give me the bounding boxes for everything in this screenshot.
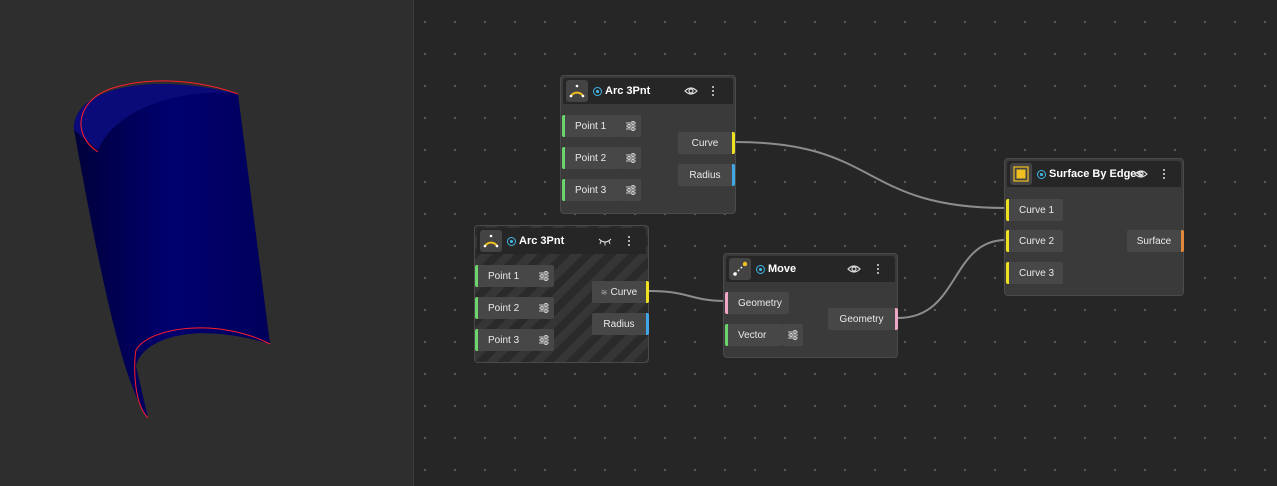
node-title: Arc 3Pnt	[605, 85, 651, 97]
input-port-point-1[interactable]: Point 1	[475, 265, 536, 287]
status-icon	[1037, 170, 1046, 179]
slider-icon[interactable]	[621, 179, 641, 201]
status-icon	[507, 237, 516, 246]
status-icon	[593, 87, 602, 96]
input-port-curve-3[interactable]: Curve 3	[1006, 262, 1063, 284]
surface-by-edges-node[interactable]: Surface By Edges Curve 1 Curve 2 Curve 3…	[1004, 158, 1184, 296]
more-options-icon[interactable]	[1160, 166, 1168, 182]
input-port-point-2[interactable]: Point 2	[562, 147, 622, 169]
node-header[interactable]: Move	[726, 256, 895, 282]
node-header[interactable]: Arc 3Pnt	[477, 228, 646, 254]
node-header[interactable]: Arc 3Pnt	[563, 78, 733, 104]
eye-icon[interactable]	[1134, 167, 1148, 181]
input-port-point-3[interactable]: Point 3	[562, 179, 622, 201]
input-port-vector[interactable]: Vector	[725, 324, 783, 346]
3d-viewport[interactable]	[0, 0, 413, 486]
input-port-curve-1[interactable]: Curve 1	[1006, 199, 1063, 221]
input-port-curve-2[interactable]: Curve 2	[1006, 230, 1063, 252]
more-options-icon[interactable]	[874, 261, 882, 277]
slider-icon[interactable]	[534, 297, 554, 319]
input-port-point-3[interactable]: Point 3	[475, 329, 536, 351]
input-port-geometry[interactable]: Geometry	[725, 292, 789, 314]
slider-icon[interactable]	[534, 329, 554, 351]
slider-icon[interactable]	[621, 147, 641, 169]
output-port-surface[interactable]: Surface	[1127, 230, 1184, 252]
slider-icon[interactable]	[621, 115, 641, 137]
node-title: Arc 3Pnt	[519, 235, 565, 247]
move-icon	[729, 258, 751, 280]
move-node[interactable]: Move Geometry Vector Geometry	[723, 253, 898, 358]
eye-icon[interactable]	[684, 84, 698, 98]
arc-icon	[480, 230, 502, 252]
arc-3pnt-node-frozen[interactable]: Arc 3Pnt Point 1 Point 2 Point 3 ≋ Curve…	[474, 225, 649, 363]
node-title: Surface By Edges	[1049, 168, 1143, 180]
slider-icon[interactable]	[783, 324, 803, 346]
eye-icon[interactable]	[847, 262, 861, 276]
input-port-point-1[interactable]: Point 1	[562, 115, 622, 137]
output-port-radius[interactable]: Radius	[678, 164, 735, 186]
output-port-geometry[interactable]: Geometry	[828, 308, 898, 330]
node-title: Move	[768, 263, 797, 275]
node-header[interactable]: Surface By Edges	[1007, 161, 1181, 187]
status-icon	[756, 265, 765, 274]
more-options-icon[interactable]	[625, 233, 633, 249]
output-port-radius[interactable]: Radius	[592, 313, 649, 335]
output-port-curve[interactable]: Curve	[678, 132, 735, 154]
arc-3pnt-node[interactable]: Arc 3Pnt Point 1 Point 2 Point 3 Curve R…	[560, 75, 736, 214]
surface-geometry	[73, 80, 271, 419]
arc-icon	[566, 80, 588, 102]
output-port-curve[interactable]: ≋ Curve	[592, 281, 649, 303]
slider-icon[interactable]	[534, 265, 554, 287]
frozen-icon: ≋	[600, 287, 608, 297]
more-options-icon[interactable]	[709, 83, 717, 99]
input-port-point-2[interactable]: Point 2	[475, 297, 536, 319]
surface-icon	[1010, 163, 1032, 185]
eye-closed-icon[interactable]	[598, 234, 612, 248]
